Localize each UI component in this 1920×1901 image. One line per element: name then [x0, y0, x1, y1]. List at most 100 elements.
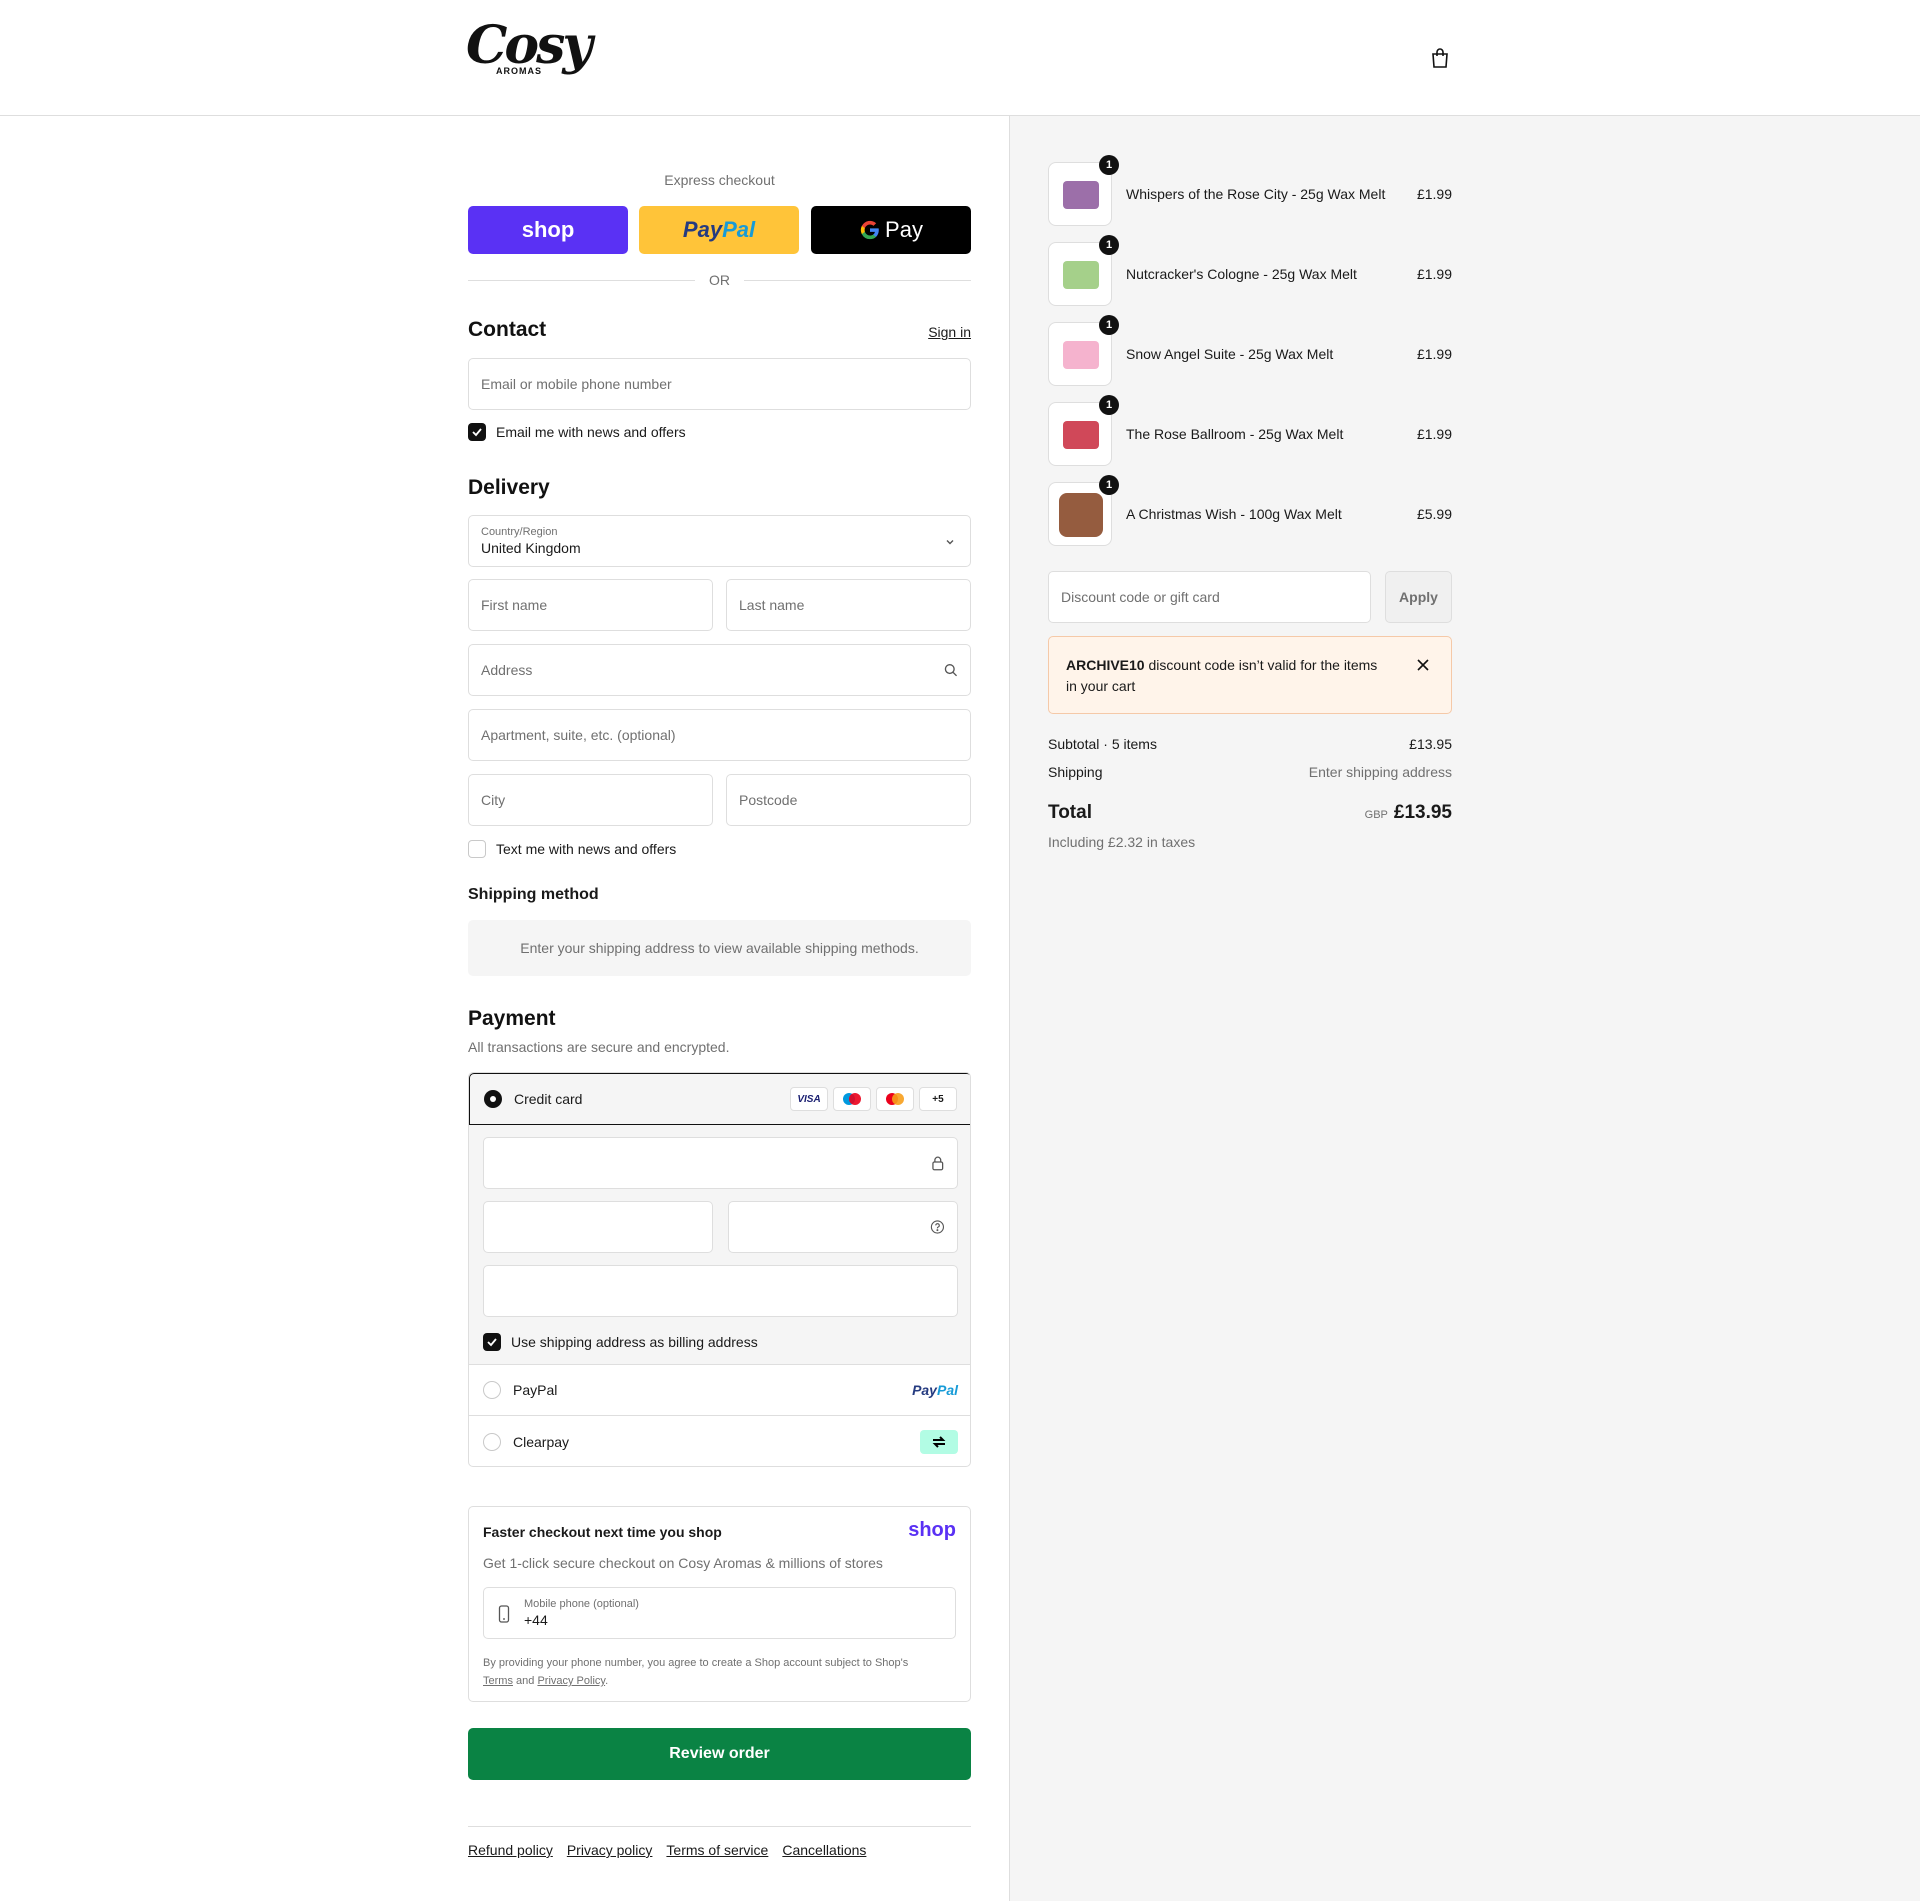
paypal-radio[interactable]: [483, 1381, 501, 1399]
discount-error-banner: ARCHIVE10 discount code isn’t valid for …: [1048, 636, 1452, 714]
refund-policy-link[interactable]: Refund policy: [468, 1842, 553, 1858]
address-input[interactable]: [481, 662, 943, 678]
paypal-option[interactable]: PayPal PayPal: [469, 1365, 970, 1416]
product-thumbnail: 1: [1048, 315, 1119, 386]
shop-privacy-link[interactable]: Privacy Policy: [537, 1675, 605, 1687]
shipping-method-heading: Shipping method: [468, 886, 599, 903]
email-news-option[interactable]: Email me with news and offers: [468, 423, 686, 441]
card-expiry-input[interactable]: [496, 1219, 700, 1235]
product-image: [1063, 261, 1099, 289]
card-name-input[interactable]: [496, 1283, 945, 1299]
postcode-input[interactable]: [739, 792, 958, 808]
paypal-option-logo-pay: Pay: [912, 1382, 937, 1398]
city-input[interactable]: [481, 792, 700, 808]
card-cvv-field[interactable]: [728, 1201, 958, 1253]
quantity-badge: 1: [1099, 315, 1119, 335]
last-name-input[interactable]: [739, 597, 958, 613]
card-cvv-input[interactable]: [741, 1219, 931, 1235]
shop-logo: shop: [908, 1519, 956, 1541]
email-news-checkbox[interactable]: [468, 423, 486, 441]
discount-code-name: ARCHIVE10: [1066, 657, 1145, 673]
paypal-logo: PayPal: [683, 217, 755, 243]
mobile-phone-field[interactable]: Mobile phone (optional) +44: [483, 1587, 956, 1639]
cancellations-link[interactable]: Cancellations: [782, 1842, 866, 1858]
shop-pay-logo: shop: [521, 217, 575, 242]
google-pay-button[interactable]: Pay: [811, 206, 971, 254]
total-label: Total: [1048, 802, 1092, 823]
privacy-policy-link[interactable]: Privacy policy: [567, 1842, 653, 1858]
discount-code-input[interactable]: [1061, 589, 1358, 605]
address-field[interactable]: [468, 644, 971, 696]
shop-pay-title: Faster checkout next time you shop: [483, 1524, 722, 1540]
discount-code-field[interactable]: [1048, 571, 1371, 623]
text-news-checkbox[interactable]: [468, 840, 486, 858]
clearpay-option-label: Clearpay: [513, 1433, 570, 1450]
email-input[interactable]: [481, 376, 958, 392]
quantity-badge: 1: [1099, 395, 1119, 415]
last-name-field[interactable]: [726, 579, 971, 631]
paypal-express-button[interactable]: PayPal: [639, 206, 799, 254]
clearpay-option[interactable]: Clearpay: [469, 1416, 970, 1466]
shop-legal-and: and: [516, 1675, 535, 1687]
billing-address-checkbox[interactable]: [483, 1333, 501, 1351]
card-expiry-field[interactable]: [483, 1201, 713, 1253]
help-circle-icon[interactable]: [930, 1219, 945, 1235]
country-value: United Kingdom: [481, 540, 581, 556]
mobile-phone-value: +44: [524, 1612, 548, 1628]
first-name-field[interactable]: [468, 579, 713, 631]
paypal-option-logo: PayPal: [912, 1382, 958, 1398]
shop-pay-signup: Faster checkout next time you shop shop …: [468, 1506, 971, 1702]
product-image: [1063, 181, 1099, 209]
product-price: £1.99: [1416, 346, 1452, 362]
product-name: Nutcracker's Cologne - 25g Wax Melt: [1126, 266, 1357, 282]
text-news-option[interactable]: Text me with news and offers: [468, 840, 676, 858]
credit-card-option[interactable]: Credit card VISA +5: [469, 1073, 970, 1125]
visa-logo: VISA: [790, 1087, 828, 1111]
cosy-aromas-logo[interactable]: Cosy AROMAS: [466, 16, 593, 96]
delivery-heading: Delivery: [468, 476, 550, 499]
apartment-input[interactable]: [481, 727, 958, 743]
shop-terms-link[interactable]: Terms: [483, 1675, 513, 1687]
apartment-field[interactable]: [468, 709, 971, 761]
apply-discount-button[interactable]: Apply: [1385, 571, 1452, 623]
shop-legal-period: .: [605, 1675, 609, 1687]
card-number-field[interactable]: [483, 1137, 958, 1189]
product-price: £5.99: [1416, 506, 1452, 522]
shipping-label: Shipping: [1048, 764, 1103, 780]
google-g-icon: [860, 220, 879, 240]
review-order-button[interactable]: Review order: [468, 1728, 971, 1780]
credit-card-radio[interactable]: [484, 1090, 502, 1108]
close-icon[interactable]: [1415, 657, 1431, 673]
more-cards-badge: +5: [919, 1087, 957, 1111]
tax-note: Including £2.32 in taxes: [1048, 834, 1196, 850]
footer-divider: [468, 1826, 971, 1827]
email-field[interactable]: [468, 358, 971, 410]
visa-logo-text: VISA: [797, 1093, 821, 1105]
shop-pay-button[interactable]: shop: [468, 206, 628, 254]
shipping-value: Enter shipping address: [1308, 764, 1452, 780]
card-number-input[interactable]: [496, 1155, 932, 1171]
country-select[interactable]: Country/Region United Kingdom: [468, 515, 971, 567]
shopping-bag-icon[interactable]: [1428, 46, 1452, 70]
billing-address-option[interactable]: Use shipping address as billing address: [483, 1333, 758, 1351]
card-name-field[interactable]: [483, 1265, 958, 1317]
cart-item: 1 Nutcracker's Cologne - 25g Wax Melt £1…: [1048, 235, 1452, 306]
site-header: Cosy AROMAS: [0, 0, 1920, 116]
contact-heading: Contact: [468, 318, 547, 341]
email-news-label: Email me with news and offers: [496, 424, 686, 440]
subtotal-row: Subtotal · 5 items £13.95: [1048, 736, 1452, 752]
product-name: Snow Angel Suite - 25g Wax Melt: [1126, 346, 1334, 362]
shipping-method-placeholder: Enter your shipping address to view avai…: [468, 920, 971, 976]
first-name-input[interactable]: [481, 597, 700, 613]
postcode-field[interactable]: [726, 774, 971, 826]
city-field[interactable]: [468, 774, 713, 826]
more-cards-label: +5: [932, 1093, 944, 1105]
terms-of-service-link[interactable]: Terms of service: [666, 1842, 768, 1858]
paypal-option-label: PayPal: [513, 1382, 558, 1398]
payment-heading: Payment: [468, 1007, 556, 1030]
express-checkout-title: Express checkout: [664, 172, 775, 188]
footer-links: Refund policy Privacy policy Terms of se…: [468, 1842, 866, 1858]
sign-in-link[interactable]: Sign in: [928, 324, 971, 340]
product-name: A Christmas Wish - 100g Wax Melt: [1126, 506, 1342, 522]
clearpay-radio[interactable]: [483, 1432, 501, 1451]
